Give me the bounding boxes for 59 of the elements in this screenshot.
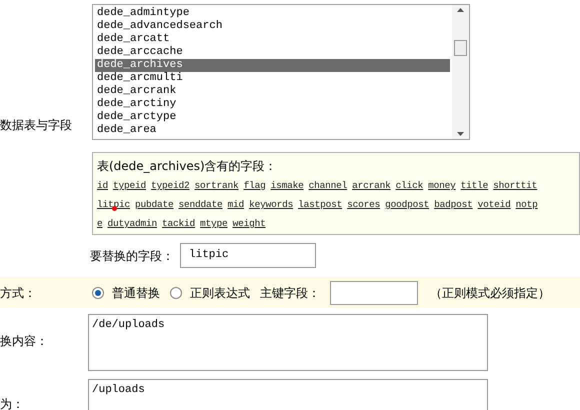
text-area[interactable]: /de/uploads	[88, 314, 488, 371]
field-label: 方式：	[0, 284, 37, 302]
field-link[interactable]: weight	[232, 214, 266, 233]
field-link[interactable]: flag	[244, 176, 266, 195]
field-link[interactable]: ismake	[270, 176, 304, 195]
radio-button[interactable]	[170, 286, 182, 298]
list-option[interactable]: dede_archives	[95, 59, 450, 72]
field-link[interactable]: senddate	[178, 195, 223, 214]
input-field[interactable]	[330, 280, 418, 304]
field-link[interactable]: mtype	[200, 214, 228, 233]
field-link[interactable]: lastpost	[298, 195, 342, 214]
scroll-thumb[interactable]	[454, 40, 467, 56]
field-label: 数据表与字段	[0, 118, 72, 132]
field-link[interactable]: voteid	[478, 195, 511, 214]
list-option[interactable]: dede_arctiny	[95, 98, 450, 111]
field-label: 为：	[0, 396, 25, 410]
list-option[interactable]: dede_arccache	[95, 46, 450, 59]
scrollbar[interactable]	[452, 5, 469, 139]
field-link[interactable]: scores	[347, 195, 380, 214]
field-link[interactable]: e	[97, 214, 103, 233]
text-area[interactable]: /uploads	[88, 379, 488, 410]
radio-label: 正则表达式	[190, 284, 250, 302]
field-link[interactable]: keywords	[249, 195, 294, 214]
field-link[interactable]: pubdate	[135, 195, 174, 214]
table-listbox[interactable]: dede_admintype dede_advancedsearch dede_arcatt dede_arccache dede_archives dede_arcmulti dede_arcrank dede_arctiny dede_arctype dede_area	[92, 4, 470, 140]
field-link[interactable]: notp	[516, 195, 538, 214]
list-option[interactable]: dede_area	[95, 124, 450, 137]
list-option[interactable]: dede_advancedsearch	[95, 20, 450, 33]
list-option[interactable]: dede_arcatt	[95, 33, 450, 46]
list-option[interactable]: dede_arcrank	[95, 85, 450, 98]
list-option[interactable]: dede_arctype	[95, 111, 450, 124]
hint-text: （正则模式必须指定）	[430, 284, 550, 302]
field-link[interactable]: channel	[308, 176, 348, 195]
field-link[interactable]: title	[460, 176, 488, 195]
field-link[interactable]: click	[396, 176, 424, 195]
scroll-up-icon[interactable]	[457, 8, 464, 12]
field-label: 要替换的字段：	[90, 248, 174, 264]
field-link[interactable]: sortrank	[194, 176, 239, 195]
field-link[interactable]: shorttit	[493, 176, 538, 195]
field-link[interactable]: tackid	[162, 214, 196, 233]
field-link[interactable]: money	[428, 176, 456, 195]
field-link[interactable]: typeid	[113, 176, 146, 195]
field-link[interactable]: typeid2	[151, 176, 190, 195]
radio-button[interactable]	[92, 286, 104, 298]
input-field[interactable]: litpic	[180, 243, 316, 268]
field-label: 换内容：	[0, 333, 49, 350]
field-label: 主键字段：	[260, 284, 320, 302]
scroll-down-icon[interactable]	[457, 132, 464, 136]
field-link[interactable]: mid	[228, 195, 244, 214]
list-option[interactable]: dede_admintype	[95, 7, 450, 20]
field-link[interactable]: badpost	[434, 195, 473, 214]
fields-heading: 表(dede_archives)含有的字段：	[97, 158, 278, 175]
list-option[interactable]: dede_arcmulti	[95, 72, 450, 85]
field-link[interactable]: id	[97, 176, 108, 195]
radio-label: 普通替换	[112, 284, 160, 302]
field-link[interactable]: arcrank	[352, 176, 391, 195]
field-link[interactable]: litpic	[97, 195, 130, 214]
field-link[interactable]: goodpost	[385, 195, 430, 214]
field-link[interactable]: dutyadmin	[108, 214, 158, 233]
